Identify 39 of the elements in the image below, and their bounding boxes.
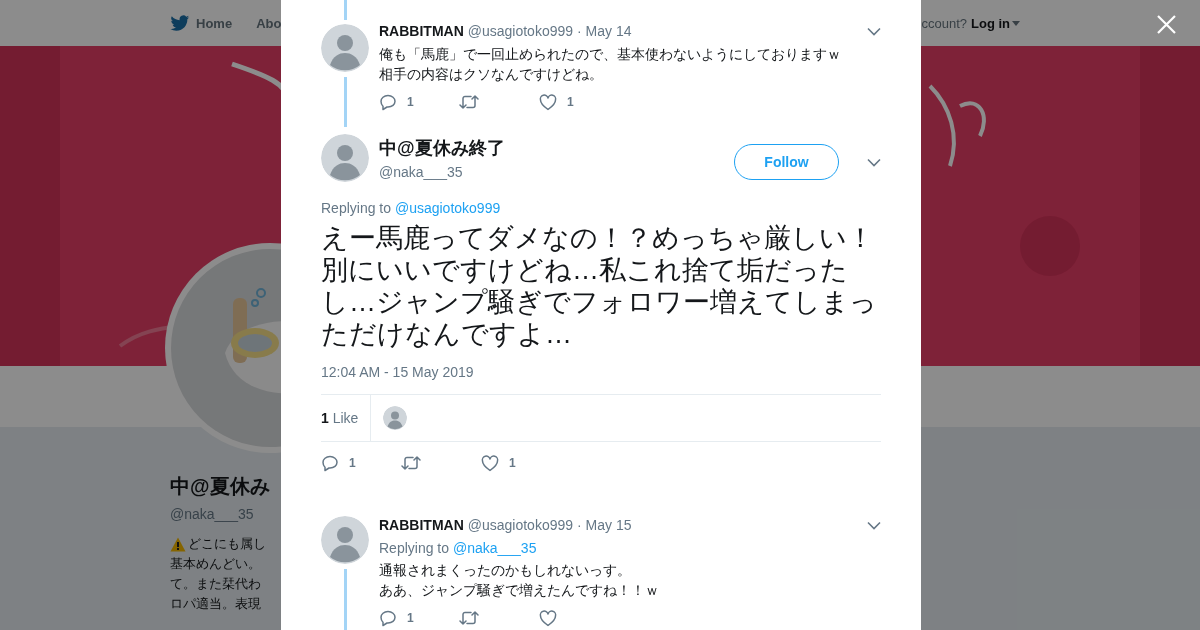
tweet-timestamp: 12:04 AM - 15 May 2019 <box>321 364 475 380</box>
reply-count: 1 <box>349 456 356 470</box>
tweet-text-line: 通報されまくったのかもしれないっす。 <box>379 561 632 580</box>
tweet-date[interactable]: · May 15 <box>577 517 632 533</box>
user-name[interactable]: RABBITMAN <box>379 23 464 39</box>
user-name[interactable]: RABBITMAN <box>379 517 464 533</box>
bio-text-line: て。また栞代わ <box>170 575 261 593</box>
like-summary[interactable]: 1 Like <box>321 395 372 441</box>
replying-to-text: Replying to @naka___35 <box>379 540 538 556</box>
login-link[interactable]: Log in <box>971 15 1020 31</box>
bio-text-line: どこにも属し <box>188 535 266 553</box>
retweet-icon[interactable] <box>401 455 421 471</box>
chevron-down-icon[interactable] <box>867 26 881 36</box>
caret-icon <box>1012 20 1020 26</box>
warning-icon <box>170 536 186 552</box>
heart-icon[interactable] <box>539 609 557 627</box>
profile-handle: @naka___35 <box>170 506 255 522</box>
bird-icon <box>170 14 190 32</box>
nav-link[interactable]: Home <box>170 14 233 32</box>
close-icon[interactable] <box>1157 15 1176 34</box>
reply-count: 1 <box>407 611 414 625</box>
tweet-text-line: ああ、ジャンプ騒ぎで増えたんですね！！ｗ <box>379 581 660 600</box>
heart-icon[interactable] <box>481 454 499 472</box>
tweet-date[interactable]: · May 14 <box>577 23 632 39</box>
profile-name: 中@夏休み <box>170 474 271 499</box>
mention-link[interactable]: @naka___35 <box>452 540 537 556</box>
account-prompt: ccount? <box>921 15 967 31</box>
user-handle[interactable]: @usagiotoko999 <box>467 517 574 533</box>
bio-text-line: 基本めんどい。 <box>170 555 261 573</box>
chevron-down-icon[interactable] <box>867 520 881 530</box>
nav-link[interactable]: Abo <box>256 15 282 31</box>
reply-icon[interactable] <box>321 454 339 472</box>
user-handle[interactable]: @usagiotoko999 <box>467 23 574 39</box>
retweet-icon[interactable] <box>459 610 479 626</box>
reply-icon[interactable] <box>379 609 397 627</box>
like-count: 1 <box>509 456 516 470</box>
bio-text-line: ロパ適当。表現 <box>170 595 261 613</box>
avatar[interactable] <box>321 516 369 564</box>
avatar[interactable] <box>383 406 408 430</box>
